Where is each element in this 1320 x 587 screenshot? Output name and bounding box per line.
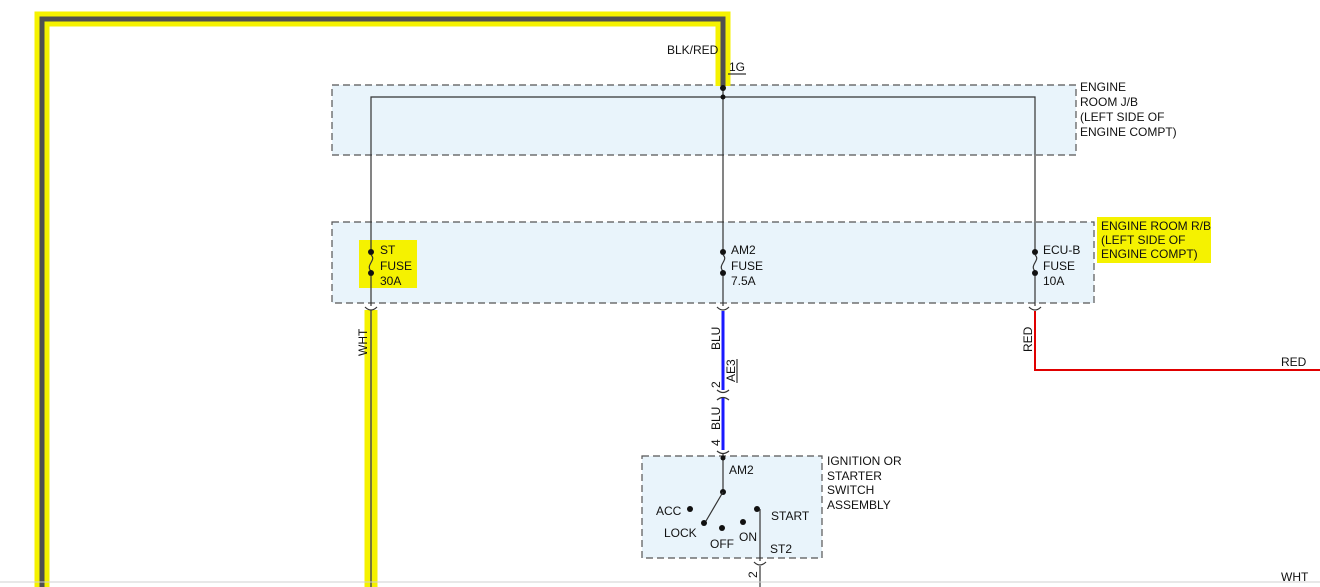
blu-wire-label-lower: BLU xyxy=(709,407,723,430)
red-wire xyxy=(1034,311,1320,371)
acc-contact xyxy=(687,506,693,512)
engine-room-rb-box xyxy=(331,221,1095,304)
am2-fuse-rating: 7.5A xyxy=(731,274,756,288)
switch-in-hook xyxy=(716,450,730,455)
jb-label-line-2: ROOM J/B xyxy=(1080,95,1138,109)
junction-dot xyxy=(720,85,726,91)
st-fuse-type: FUSE xyxy=(380,259,412,273)
ecub-fuse-type: FUSE xyxy=(1043,259,1075,273)
rb-label-line-2: (LEFT SIDE OF xyxy=(1101,233,1185,247)
st-fuse-rating: 30A xyxy=(380,274,401,288)
ae3-pin-bottom: 4 xyxy=(709,439,723,446)
connector-1g-label: 1G xyxy=(729,60,745,74)
ecub-connector-hook xyxy=(1028,306,1042,311)
top-wire-color-label: BLK/RED xyxy=(667,43,719,57)
ecub-fuse-name: ECU-B xyxy=(1043,243,1080,257)
st2-hook xyxy=(753,561,767,566)
switch-start-label: START xyxy=(771,509,810,523)
st-fuse-name: ST xyxy=(380,243,396,257)
on-contact xyxy=(740,519,746,525)
switch-on-label: ON xyxy=(739,530,757,544)
switch-title-line-2: STARTER xyxy=(827,469,882,483)
am2-connector-hook xyxy=(716,306,730,311)
switch-lock-label: LOCK xyxy=(664,526,697,540)
ae3-pin-top: 2 xyxy=(709,381,723,388)
junction-dot-bus xyxy=(720,94,726,100)
blu-wire-label: BLU xyxy=(709,327,723,350)
switch-acc-label: ACC xyxy=(656,504,682,518)
ecub-fuse-rating: 10A xyxy=(1043,274,1064,288)
red-wire-vertical-label: RED xyxy=(1021,326,1035,352)
rb-label-line-3: ENGINE COMPT) xyxy=(1101,247,1198,261)
jb-label-line-3: (LEFT SIDE OF xyxy=(1080,110,1164,124)
switch-off-label: OFF xyxy=(710,537,734,551)
red-wire-label: RED xyxy=(1281,355,1307,369)
jb-label-line-4: ENGINE COMPT) xyxy=(1080,125,1177,139)
st-connector-hook xyxy=(364,306,378,311)
am2-fuse-type: FUSE xyxy=(731,259,763,273)
switch-title-line-4: ASSEMBLY xyxy=(827,498,891,512)
bottom-right-wht-label: WHT xyxy=(1281,570,1309,584)
switch-am2-dot xyxy=(720,455,726,461)
switch-am2-terminal: AM2 xyxy=(729,463,754,477)
ae3-label: AE3 xyxy=(724,359,738,382)
switch-bottom-pin: 2 xyxy=(746,571,760,578)
am2-fuse-name: AM2 xyxy=(731,243,756,257)
switch-st2-terminal: ST2 xyxy=(770,542,792,556)
engine-room-jb-box xyxy=(331,84,1077,156)
off-contact xyxy=(719,525,725,531)
wiring-diagram: BLK/RED 1G ENGINE ROOM J/B (LEFT SIDE OF… xyxy=(0,11,1320,587)
switch-title-line-3: SWITCH xyxy=(827,483,874,497)
wht-wire-label: WHT xyxy=(356,328,370,356)
jb-label-line-1: ENGINE xyxy=(1080,80,1126,94)
lock-contact xyxy=(701,520,707,526)
rb-label-line-1: ENGINE ROOM R/B xyxy=(1101,219,1211,233)
switch-title-line-1: IGNITION OR xyxy=(827,454,902,468)
start-contact xyxy=(754,506,760,512)
